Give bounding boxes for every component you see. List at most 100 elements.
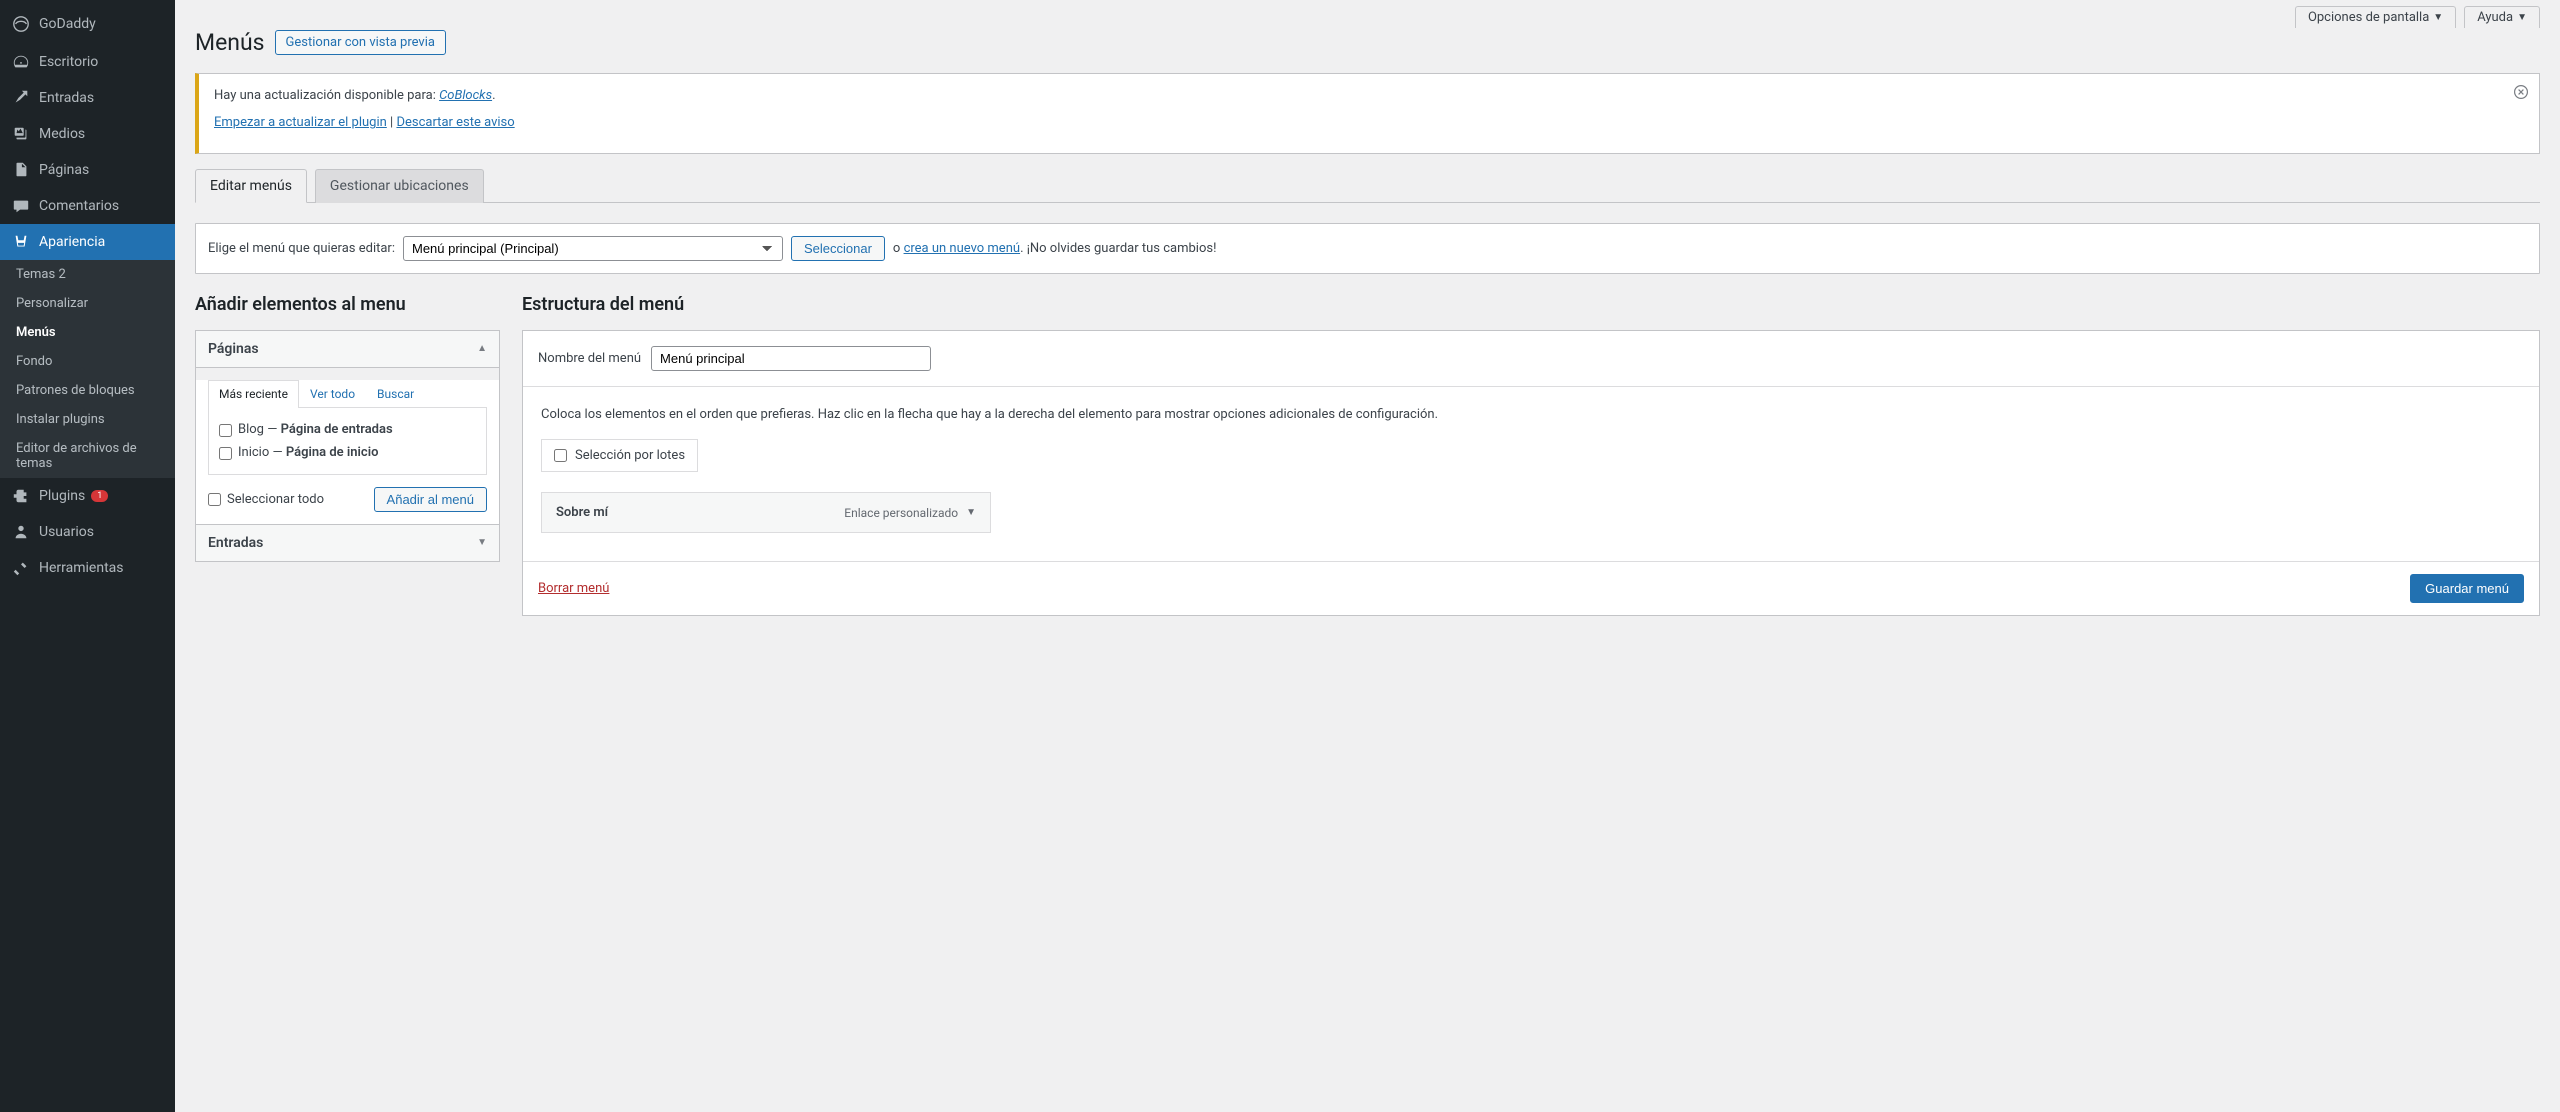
submenu-label: Temas bbox=[16, 267, 55, 282]
select-button[interactable]: Seleccionar bbox=[791, 236, 885, 261]
submenu-install-plugins[interactable]: Instalar plugins bbox=[0, 405, 175, 434]
menu-item-title: Sobre mí bbox=[556, 505, 608, 520]
tools-icon bbox=[11, 558, 31, 578]
tab-edit-menus[interactable]: Editar menús bbox=[195, 169, 307, 203]
plugins-badge: 1 bbox=[91, 490, 108, 502]
inner-tab-all[interactable]: Ver todo bbox=[299, 380, 366, 407]
batch-checkbox[interactable] bbox=[554, 449, 567, 462]
select-all-label: Seleccionar todo bbox=[227, 492, 324, 507]
sidebar-item-label: Herramientas bbox=[39, 560, 124, 576]
sidebar-item-label: Escritorio bbox=[39, 54, 98, 70]
appearance-icon bbox=[11, 232, 31, 252]
sidebar-item-label: Páginas bbox=[39, 162, 89, 178]
media-icon bbox=[11, 124, 31, 144]
users-icon bbox=[11, 522, 31, 542]
sidebar-item-label: Usuarios bbox=[39, 524, 94, 540]
screen-options-label: Opciones de pantalla bbox=[2308, 10, 2429, 25]
submenu-block-patterns[interactable]: Patrones de bloques bbox=[0, 376, 175, 405]
page-title: Menús bbox=[195, 28, 265, 58]
help-toggle[interactable]: Ayuda ▼ bbox=[2464, 6, 2540, 28]
submenu-background[interactable]: Fondo bbox=[0, 347, 175, 376]
sidebar-item-tools[interactable]: Herramientas bbox=[0, 550, 175, 586]
plugin-link[interactable]: CoBlocks bbox=[439, 88, 492, 103]
page-checkbox[interactable] bbox=[219, 424, 232, 437]
page-checkbox[interactable] bbox=[219, 447, 232, 460]
batch-label: Selección por lotes bbox=[575, 448, 685, 463]
chevron-down-icon[interactable]: ▼ bbox=[966, 507, 976, 518]
accordion-title: Páginas bbox=[208, 341, 259, 357]
help-label: Ayuda bbox=[2477, 10, 2513, 25]
add-items-column: Añadir elementos al menu Páginas ▲ Más r… bbox=[195, 294, 500, 617]
menu-name-input[interactable] bbox=[651, 346, 931, 371]
dismiss-notice-link[interactable]: Descartar este aviso bbox=[396, 115, 514, 130]
menu-footer: Borrar menú Guardar menú bbox=[523, 561, 2539, 615]
delete-menu-link[interactable]: Borrar menú bbox=[538, 581, 609, 596]
submenu-label: Fondo bbox=[16, 354, 52, 369]
preview-manage-button[interactable]: Gestionar con vista previa bbox=[275, 30, 446, 55]
accordion-footer: Seleccionar todo Añadir al menú bbox=[196, 475, 499, 524]
add-to-menu-button[interactable]: Añadir al menú bbox=[374, 487, 487, 512]
submenu-menus[interactable]: Menús bbox=[0, 318, 175, 347]
sidebar-item-plugins[interactable]: Plugins 1 bbox=[0, 478, 175, 514]
sidebar-item-label: Comentarios bbox=[39, 198, 119, 214]
menu-body: Coloca los elementos en el orden que pre… bbox=[523, 387, 2539, 562]
update-notice: Hay una actualización disponible para: C… bbox=[195, 73, 2540, 154]
chevron-up-icon: ▲ bbox=[477, 343, 487, 354]
tab-manage-locations[interactable]: Gestionar ubicaciones bbox=[315, 169, 484, 203]
screen-options-toggle[interactable]: Opciones de pantalla ▼ bbox=[2295, 6, 2456, 28]
page-check-home[interactable]: Inicio — Página de inicio bbox=[219, 441, 476, 464]
or-create-text: o crea un nuevo menú. ¡No olvides guarda… bbox=[893, 241, 1217, 256]
submenu-customize[interactable]: Personalizar bbox=[0, 289, 175, 318]
structure-heading: Estructura del menú bbox=[522, 294, 2540, 315]
page-check-blog[interactable]: Blog — Página de entradas bbox=[219, 418, 476, 441]
submenu-theme-editor[interactable]: Editor de archivos de temas bbox=[0, 434, 175, 478]
selector-label: Elige el menú que quieras editar: bbox=[208, 241, 395, 256]
sidebar-item-appearance[interactable]: Apariencia bbox=[0, 224, 175, 260]
godaddy-icon bbox=[11, 14, 31, 34]
pages-list: Blog — Página de entradas Inicio — Págin… bbox=[208, 408, 487, 475]
sidebar-item-pages[interactable]: Páginas bbox=[0, 152, 175, 188]
start-update-link[interactable]: Empezar a actualizar el plugin bbox=[214, 115, 387, 130]
sidebar-item-label: Medios bbox=[39, 126, 85, 142]
caret-down-icon: ▼ bbox=[2517, 12, 2527, 23]
inner-tabs: Más reciente Ver todo Buscar bbox=[208, 380, 487, 408]
submenu-label: Personalizar bbox=[16, 296, 88, 311]
create-menu-link[interactable]: crea un nuevo menú bbox=[904, 241, 1021, 256]
themes-badge: 2 bbox=[58, 267, 65, 282]
accordion-entries-header[interactable]: Entradas ▼ bbox=[196, 524, 499, 561]
sidebar-item-media[interactable]: Medios bbox=[0, 116, 175, 152]
sidebar-item-comments[interactable]: Comentarios bbox=[0, 188, 175, 224]
menu-item[interactable]: Sobre mí Enlace personalizado ▼ bbox=[541, 492, 991, 533]
submenu-label: Instalar plugins bbox=[16, 412, 105, 427]
sidebar-item-posts[interactable]: Entradas bbox=[0, 80, 175, 116]
menu-structure-panel: Nombre del menú Coloca los elementos en … bbox=[522, 330, 2540, 617]
notice-text: Hay una actualización disponible para: C… bbox=[214, 86, 2524, 106]
sidebar-item-users[interactable]: Usuarios bbox=[0, 514, 175, 550]
notice-actions: Empezar a actualizar el plugin | Descart… bbox=[214, 113, 2524, 133]
menu-name-label: Nombre del menú bbox=[538, 351, 641, 366]
dismiss-icon[interactable] bbox=[2513, 84, 2529, 104]
submenu-themes[interactable]: Temas 2 bbox=[0, 260, 175, 289]
select-all-checkbox[interactable] bbox=[208, 493, 221, 506]
batch-select[interactable]: Selección por lotes bbox=[541, 439, 698, 472]
menu-selector-bar: Elige el menú que quieras editar: Menú p… bbox=[195, 223, 2540, 274]
submenu-label: Menús bbox=[16, 325, 56, 340]
menu-layout: Añadir elementos al menu Páginas ▲ Más r… bbox=[175, 294, 2560, 637]
page-title-row: Menús Gestionar con vista previa bbox=[175, 28, 2560, 73]
sidebar-item-dashboard[interactable]: Escritorio bbox=[0, 44, 175, 80]
plugin-icon bbox=[11, 486, 31, 506]
accordion-pages-header[interactable]: Páginas ▲ bbox=[196, 331, 499, 368]
inner-tab-search[interactable]: Buscar bbox=[366, 380, 425, 407]
sidebar-brand[interactable]: GoDaddy bbox=[0, 4, 175, 44]
menu-name-row: Nombre del menú bbox=[523, 331, 2539, 387]
comment-icon bbox=[11, 196, 31, 216]
inner-tab-recent[interactable]: Más reciente bbox=[208, 380, 299, 408]
appearance-submenu: Temas 2 Personalizar Menús Fondo Patrone… bbox=[0, 260, 175, 478]
save-menu-button[interactable]: Guardar menú bbox=[2410, 574, 2524, 603]
submenu-label: Editor de archivos de temas bbox=[16, 441, 137, 471]
accordion-pages-body: Más reciente Ver todo Buscar Blog — Pági… bbox=[196, 380, 499, 524]
sidebar-item-label: Apariencia bbox=[39, 234, 105, 250]
main-content: Opciones de pantalla ▼ Ayuda ▼ Menús Ges… bbox=[175, 0, 2560, 1112]
select-all-check[interactable]: Seleccionar todo bbox=[208, 492, 324, 507]
menu-select[interactable]: Menú principal (Principal) bbox=[403, 236, 783, 261]
